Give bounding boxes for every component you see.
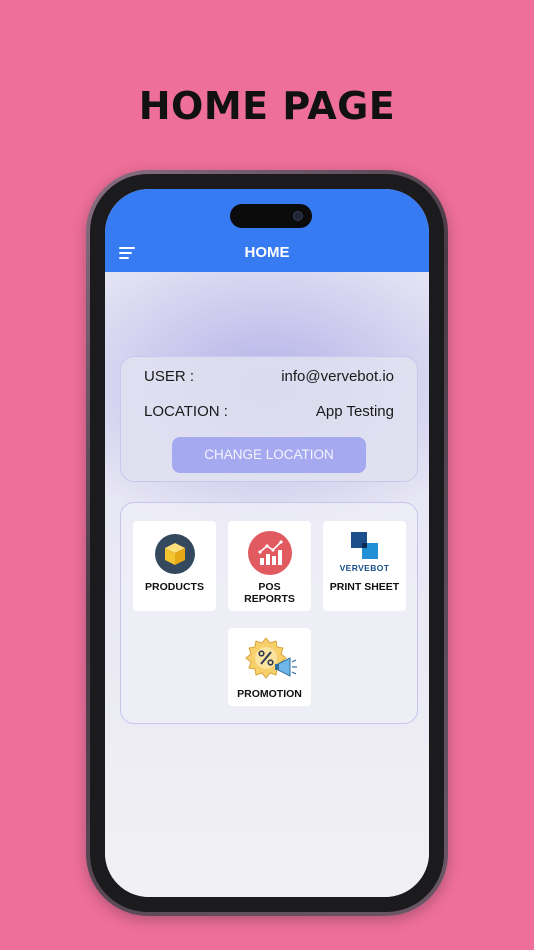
app-bar: HOME [105, 189, 429, 272]
phone-bezel: HOME USER : info@vervebot.io LOCATION : … [90, 174, 444, 912]
app-title: HOME [244, 244, 290, 261]
camera-icon [293, 211, 303, 221]
change-location-button[interactable]: CHANGE LOCATION [172, 437, 366, 473]
promotion-badge-icon [244, 637, 297, 679]
location-value: App Testing [315, 403, 394, 420]
dynamic-island [230, 204, 312, 228]
user-info-card: USER : info@vervebot.io LOCATION : App T… [120, 356, 418, 482]
user-row: USER : info@vervebot.io [144, 368, 394, 388]
user-label: USER : [144, 368, 195, 385]
promotion-tile[interactable]: PROMOTION [228, 628, 311, 706]
location-label: LOCATION : [144, 403, 228, 420]
vervebot-logo-icon [350, 532, 378, 559]
promotion-label: PROMOTION [237, 688, 302, 700]
print-sheet-label: PRINT SHEET [329, 581, 400, 593]
phone-frame: HOME USER : info@vervebot.io LOCATION : … [86, 170, 448, 916]
print-sheet-tile[interactable]: VERVEBOT PRINT SHEET [323, 521, 406, 611]
menu-grid: PRODUCTS POS REPORTS VERVEBOT PRINT SHEE… [120, 502, 418, 724]
location-row: LOCATION : App Testing [144, 403, 394, 423]
pos-reports-tile[interactable]: POS REPORTS [228, 521, 311, 611]
product-box-icon [154, 534, 195, 574]
home-content: USER : info@vervebot.io LOCATION : App T… [105, 272, 429, 897]
pos-label-line1: POS [258, 581, 281, 593]
pos-label-line2: REPORTS [244, 593, 295, 605]
vervebot-logo-text: VERVEBOT [339, 563, 390, 573]
page-heading: HOME PAGE [138, 84, 396, 128]
user-email: info@vervebot.io [281, 368, 394, 385]
pos-reports-label: POS REPORTS [228, 581, 311, 605]
phone-screen: HOME USER : info@vervebot.io LOCATION : … [105, 189, 429, 897]
products-tile[interactable]: PRODUCTS [133, 521, 216, 611]
pos-reports-chart-icon [247, 531, 292, 575]
products-label: PRODUCTS [145, 581, 204, 593]
